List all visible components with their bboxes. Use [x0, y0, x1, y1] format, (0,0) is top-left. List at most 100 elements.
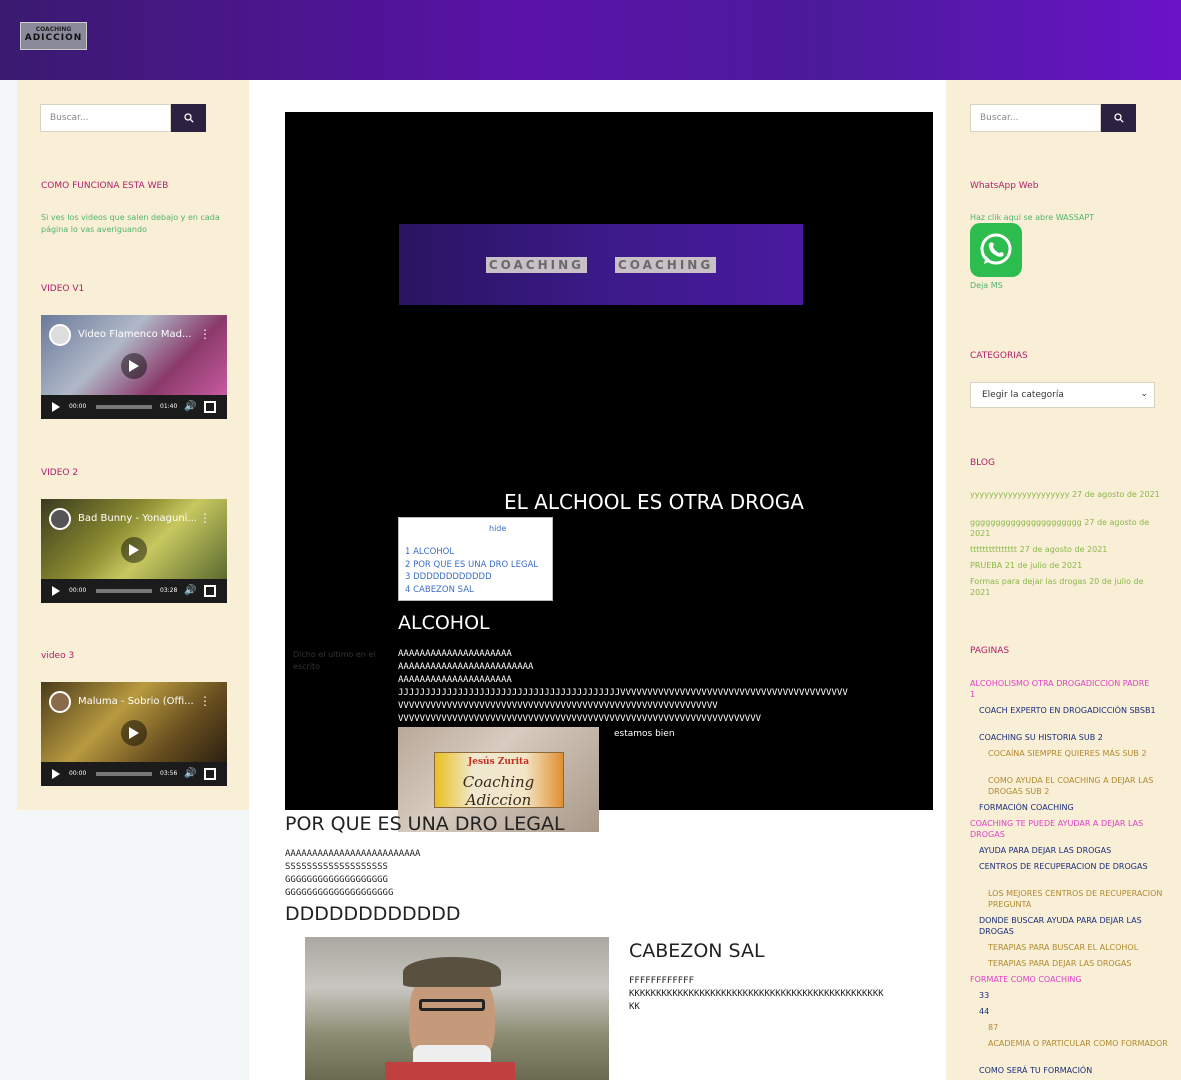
channel-avatar	[49, 508, 71, 530]
play-icon[interactable]	[121, 353, 147, 379]
logo-line2: ADICCION	[24, 33, 83, 43]
page-link[interactable]: 44	[979, 1006, 1164, 1017]
video-player[interactable]: Bad Bunny - Yonaguni... ⋮ 00:00 03:28 🔊	[41, 499, 227, 603]
dark-content-block: COACHING COACHING EL ALCHOOL ES OTRA DRO…	[285, 112, 933, 832]
page-link[interactable]: FORMATE COMO COACHING	[970, 974, 1155, 985]
blog-item[interactable]: PRUEBA 21 de julio de 2021	[970, 560, 1160, 571]
toc-item[interactable]: 1 ALCOHOL	[405, 547, 454, 557]
cabezon-text-line: KKKKKKKKKKKKKKKKKKKKKKKKKKKKKKKKKKKKKKKK…	[629, 989, 884, 999]
progress-bar[interactable]	[96, 405, 152, 409]
more-icon[interactable]: ⋮	[199, 511, 211, 525]
page-link[interactable]: DONDE BUSCAR AYUDA PARA DEJAR LAS DROGAS	[979, 915, 1164, 937]
page-link[interactable]: LOS MEJORES CENTROS DE RECUPERACION PREG…	[988, 888, 1173, 910]
blog-item-title[interactable]: gggggggggggggggggggggg	[970, 518, 1082, 527]
page-link[interactable]: COACHING SU HISTORIA SUB 2	[979, 732, 1164, 743]
legal-text-line: SSSSSSSSSSSSSSSSSSS	[285, 862, 388, 872]
pages-title: PAGINAS	[970, 646, 1010, 656]
search-icon	[1113, 113, 1124, 123]
toc-item[interactable]: 3 DDDDDDDDDDDD	[405, 572, 492, 582]
page-link[interactable]: 33	[979, 990, 1164, 1001]
page-link[interactable]: TERAPIAS PARA BUSCAR EL ALCOHOL	[988, 942, 1173, 953]
toc-hide-link[interactable]: hide	[489, 524, 506, 533]
image-card-title: Coaching Adiccion	[462, 772, 535, 809]
video-controls: 00:00 01:40 🔊	[41, 395, 227, 419]
alcohol-text-line: VVVVVVVVVVVVVVVVVVVVVVVVVVVVVVVVVVVVVVVV…	[398, 714, 762, 724]
category-select-value: Elegir la categoría	[982, 390, 1064, 400]
main-content: COACHING COACHING EL ALCHOOL ES OTRA DRO…	[249, 80, 946, 1080]
photo-glasses	[419, 999, 485, 1011]
legal-text-line: GGGGGGGGGGGGGGGGGGGG	[285, 888, 394, 898]
blog-item[interactable]: yyyyyyyyyyyyyyyyyyyyy 27 de agosto de 20…	[970, 489, 1160, 500]
play-icon[interactable]	[121, 537, 147, 563]
blog-item[interactable]: ttttttttttttttt 27 de agosto de 2021	[970, 544, 1160, 555]
video-section-title: video 3	[41, 651, 75, 661]
current-time: 00:00	[69, 587, 87, 594]
cabezon-text-line: KK	[629, 1002, 640, 1012]
more-icon[interactable]: ⋮	[199, 694, 211, 708]
blog-item-title[interactable]: yyyyyyyyyyyyyyyyyyyyy	[970, 490, 1069, 499]
fullscreen-icon[interactable]	[204, 768, 216, 780]
legal-text-line: GGGGGGGGGGGGGGGGGGG	[285, 875, 388, 885]
banner-text: COACHING	[615, 256, 717, 273]
volume-icon[interactable]: 🔊	[184, 585, 196, 596]
search-input[interactable]: Buscar...	[40, 104, 171, 132]
page-link[interactable]: ACADEMIA O PARTICULAR COMO FORMADOR	[988, 1038, 1173, 1049]
video-title: Video Flamenco Mad...	[78, 329, 192, 340]
page-link[interactable]: COMO SERÁ TU FORMACIÓN	[979, 1065, 1164, 1076]
page-link[interactable]: COACHING TE PUEDE AYUDAR A DEJAR LAS DRO…	[970, 818, 1155, 840]
page-link[interactable]: AYUDA PARA DEJAR LAS DROGAS	[979, 845, 1164, 856]
volume-icon[interactable]: 🔊	[184, 401, 196, 412]
left-sidebar: Buscar... COMO FUNCIONA ESTA WEB Si ves …	[17, 80, 249, 810]
video-player[interactable]: Maluma - Sobrio (Offi... ⋮ 00:00 03:56 🔊	[41, 682, 227, 786]
legal-text-line: AAAAAAAAAAAAAAAAAAAAAAAAA	[285, 849, 421, 859]
volume-icon[interactable]: 🔊	[184, 768, 196, 779]
page-link[interactable]: COMO AYUDA EL COACHING A DEJAR LAS DROGA…	[988, 775, 1173, 797]
fullscreen-icon[interactable]	[204, 585, 216, 597]
section-heading-alcohol: ALCOHOL	[398, 612, 490, 634]
more-icon[interactable]: ⋮	[199, 327, 211, 341]
page-link[interactable]: COACH EXPERTO EN DROGADICCIÓN SBSB1	[979, 705, 1164, 716]
play-button-icon[interactable]	[52, 586, 60, 596]
how-text: Si ves los videos que salen debajo y en …	[41, 213, 220, 234]
play-button-icon[interactable]	[52, 402, 60, 412]
blog-item[interactable]: gggggggggggggggggggggg 27 de agosto de 2…	[970, 517, 1160, 539]
progress-bar[interactable]	[96, 772, 152, 776]
blog-item-title[interactable]: ttttttttttttttt	[970, 545, 1017, 554]
video-title: Maluma - Sobrio (Offi...	[78, 696, 194, 707]
page-link[interactable]: TERAPIAS PARA DEJAR LAS DROGAS	[988, 958, 1173, 969]
toc-item[interactable]: 2 POR QUE ES UNA DRO LEGAL	[405, 560, 538, 570]
alcohol-text-line: JJJJJJJJJJJJJJJJJJJJJJJJJJJJJJJJJJJJJJJJ…	[398, 688, 848, 698]
play-icon[interactable]	[121, 720, 147, 746]
page-link[interactable]: ALCOHOLISMO OTRA DROGADICCION PADRE 1	[970, 678, 1155, 700]
page-link[interactable]: FORMACIÓN COACHING	[979, 802, 1164, 813]
right-sidebar: Buscar... WhatsApp Web Haz clik aqui se …	[946, 80, 1181, 1080]
progress-bar[interactable]	[96, 589, 152, 593]
fullscreen-icon[interactable]	[204, 401, 216, 413]
video-player[interactable]: Video Flamenco Mad... ⋮ 00:00 01:40 🔊	[41, 315, 227, 419]
current-time: 00:00	[69, 403, 87, 410]
blog-item[interactable]: Formas para dejar las drogas 20 de julio…	[970, 576, 1160, 598]
category-select[interactable]: Elegir la categoría ⌄	[970, 382, 1155, 408]
image-caption: estamos bien	[614, 729, 675, 739]
duration: 03:56	[160, 770, 178, 777]
page-link[interactable]: 87	[988, 1022, 1173, 1033]
categories-title: CATEGORIAS	[970, 351, 1028, 361]
alcohol-text-line: AAAAAAAAAAAAAAAAAAAAA	[398, 649, 512, 659]
alcohol-text-line: VVVVVVVVVVVVVVVVVVVVVVVVVVVVVVVVVVVVVVVV…	[398, 701, 718, 711]
search-input[interactable]: Buscar...	[970, 104, 1101, 132]
section-heading-dddd: DDDDDDDDDDDD	[285, 903, 461, 925]
cabezon-text-line: FFFFFFFFFFFF	[629, 976, 695, 986]
search-button[interactable]	[1101, 104, 1136, 132]
site-logo[interactable]: COACHING ADICCION	[20, 22, 87, 50]
blog-item-title[interactable]: Formas para dejar las drogas	[970, 577, 1087, 586]
play-button-icon[interactable]	[52, 769, 60, 779]
whatsapp-icon[interactable]	[970, 223, 1022, 277]
page-link[interactable]: CENTROS DE RECUPERACION DE DROGAS	[979, 861, 1164, 872]
toc-item[interactable]: 4 CABEZON SAL	[405, 585, 474, 595]
image-card-name: Jesús Zurita	[467, 756, 530, 767]
table-of-contents: hide 1 ALCOHOL 2 POR QUE ES UNA DRO LEGA…	[398, 517, 553, 601]
search-button[interactable]	[171, 104, 206, 132]
blog-item-title[interactable]: PRUEBA	[970, 561, 1002, 570]
blog-title: BLOG	[970, 458, 995, 468]
page-link[interactable]: COCAÍNA SIEMPRE QUIERES MÁS SUB 2	[988, 748, 1173, 759]
